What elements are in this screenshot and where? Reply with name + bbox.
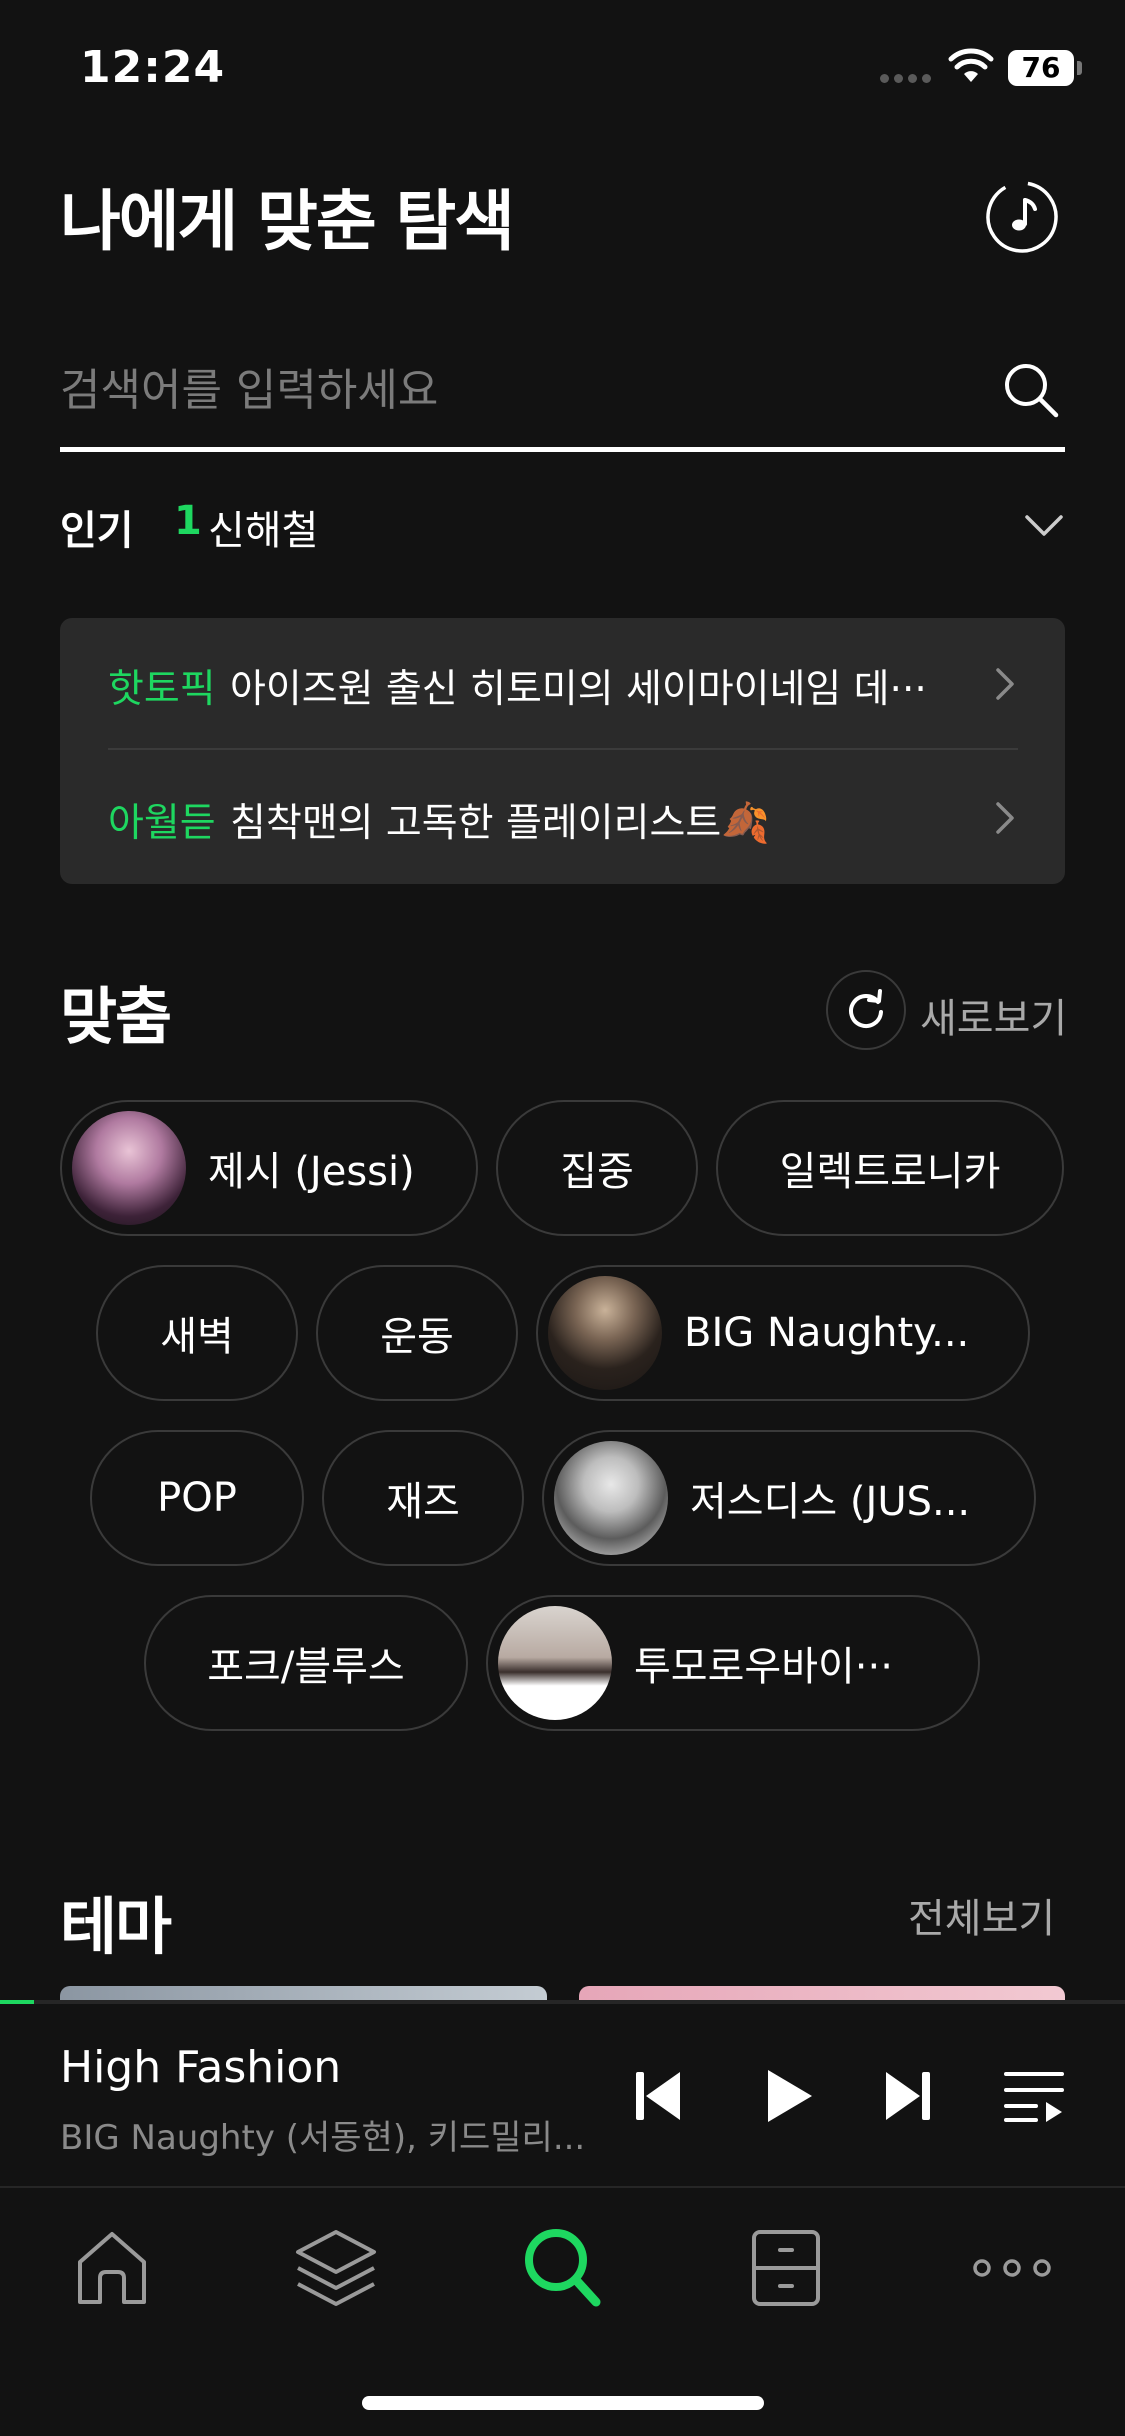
chip-genre[interactable]: 새벽 [96, 1265, 298, 1401]
chip-artist[interactable]: 제시 (Jessi) [60, 1100, 478, 1236]
chip-label: 저스디스 (JUS... [690, 1479, 971, 1525]
chevron-right-icon [996, 802, 1014, 834]
mini-player[interactable]: High Fashion BIG Naughty (서동현), 키드밀리... [0, 2000, 1125, 2186]
theme-card[interactable] [579, 1986, 1065, 2000]
wifi-icon [948, 48, 994, 82]
popular-rank: 1 [174, 498, 202, 544]
chip-label: 투모로우바이··· [634, 1644, 893, 1690]
chip-label: 재즈 [386, 1479, 460, 1525]
topic-text: 아이즈원 출신 히토미의 세이마이네임 데··· [230, 667, 927, 712]
artist-avatar [548, 1276, 662, 1390]
chevron-right-icon [996, 668, 1014, 700]
chip-genre[interactable]: 포크/블루스 [144, 1595, 468, 1731]
chip-label: 포크/블루스 [207, 1644, 405, 1690]
chip-label: 제시 (Jessi) [208, 1149, 415, 1195]
playback-progress[interactable] [0, 2000, 34, 2004]
track-title: High Fashion [60, 2042, 342, 2093]
home-icon[interactable] [62, 2218, 162, 2318]
status-time: 12:24 [80, 42, 226, 93]
theme-section-title: 테마 [60, 1890, 172, 1963]
chip-label: 집중 [560, 1149, 634, 1195]
page-title: 나에게 맞춘 탐색 [60, 183, 515, 260]
search-icon[interactable] [1001, 360, 1061, 420]
topic-card: 핫토픽 아이즈원 출신 히토미의 세이마이네임 데··· 아월듣 침착맨의 고독… [60, 618, 1065, 884]
chip-label: 새벽 [160, 1314, 234, 1360]
artist-avatar [498, 1606, 612, 1720]
chip-label: BIG Naughty... [684, 1310, 970, 1356]
chip-genre[interactable]: 집중 [496, 1100, 698, 1236]
topic-tag: 핫토픽 [108, 667, 216, 712]
more-icon[interactable] [962, 2218, 1062, 2318]
chip-genre[interactable]: 일렉트로니카 [716, 1100, 1064, 1236]
chip-genre[interactable]: 재즈 [322, 1430, 524, 1566]
playlist-icon[interactable] [1002, 2064, 1066, 2128]
chip-artist[interactable]: 저스디스 (JUS... [542, 1430, 1036, 1566]
chip-artist[interactable]: BIG Naughty... [536, 1265, 1030, 1401]
previous-track-icon[interactable] [626, 2064, 690, 2128]
status-bar: 12:24 76 [0, 0, 1125, 140]
chip-genre[interactable]: 운동 [316, 1265, 518, 1401]
popular-term[interactable]: 신해철 [208, 498, 318, 556]
music-note-icon[interactable] [985, 180, 1059, 254]
topic-item[interactable]: 아월듣 침착맨의 고독한 플레이리스트🍂 [108, 752, 1018, 884]
search-field[interactable] [60, 340, 1065, 452]
theme-card[interactable] [60, 1986, 547, 2000]
play-icon[interactable] [756, 2064, 820, 2128]
artist-avatar [554, 1441, 668, 1555]
home-indicator [362, 2396, 764, 2410]
popular-label: 인기 [60, 508, 134, 554]
battery-icon: 76 [1008, 50, 1074, 86]
chip-genre[interactable]: POP [90, 1430, 304, 1566]
chip-artist[interactable]: 투모로우바이··· [486, 1595, 980, 1731]
refresh-label: 새로보기 [920, 996, 1068, 1042]
topic-text: 침착맨의 고독한 플레이리스트🍂 [230, 801, 770, 846]
search-input[interactable] [60, 358, 960, 422]
chevron-down-icon[interactable] [1023, 504, 1065, 546]
track-artist: BIG Naughty (서동현), 키드밀리... [60, 2118, 586, 2158]
locker-icon[interactable] [736, 2218, 836, 2318]
popular-search-ticker[interactable]: 인기 1 신해철 [60, 492, 1065, 556]
chip-label: 운동 [380, 1314, 454, 1360]
chip-label: 일렉트로니카 [779, 1149, 1001, 1195]
artist-avatar [72, 1111, 186, 1225]
battery-nub [1077, 61, 1082, 75]
layers-icon[interactable] [286, 2218, 386, 2318]
chip-label: POP [157, 1475, 237, 1521]
refresh-button[interactable]: 새로보기 [826, 970, 1068, 1054]
custom-section-title: 맞춤 [60, 980, 172, 1053]
topic-tag: 아월듣 [108, 801, 216, 846]
topic-item[interactable]: 핫토픽 아이즈원 출신 히토미의 세이마이네임 데··· [108, 618, 1018, 750]
next-track-icon[interactable] [876, 2064, 940, 2128]
refresh-icon [849, 989, 883, 1029]
view-all-link[interactable]: 전체보기 [908, 1886, 1055, 1944]
search-icon[interactable] [512, 2218, 612, 2318]
cellular-signal-icon [880, 74, 931, 83]
refresh-icon-circle [826, 970, 906, 1050]
